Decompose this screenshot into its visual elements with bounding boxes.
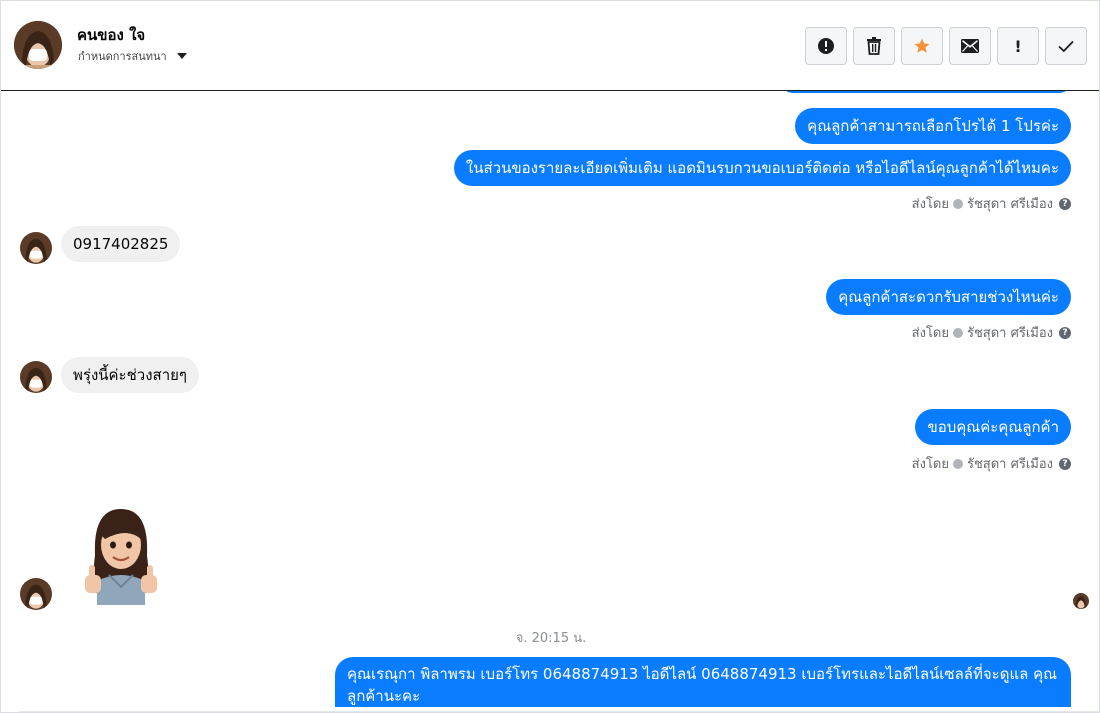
agent-dot-icon (952, 458, 963, 469)
composer-divider (19, 711, 1099, 712)
thumbs-up-avatar-sticker (77, 505, 165, 605)
outgoing-message-bubble: คุณเรณุกา พิลาพรม เบอร์โทร 0648874913 ไอ… (335, 657, 1071, 707)
sent-by-prefix: ส่งโดย (911, 197, 949, 212)
assign-conversation-label: กำหนดการสนทนา (78, 50, 167, 63)
message-timestamp: จ. 20:15 น. (515, 631, 587, 646)
outgoing-message-bubble: ขอบคุณค่ะคุณลูกค้า (915, 409, 1071, 445)
sent-by-label: ส่งโดย รัชสุดา ศรีเมือง ? (912, 453, 1071, 474)
conversation-toolbar: ! (805, 27, 1087, 65)
agent-dot-icon (952, 327, 963, 338)
help-icon[interactable]: ? (1059, 197, 1071, 210)
agent-dot-icon (952, 198, 963, 209)
sent-by-agent-name: รัชสุดา ศรีเมือง (966, 457, 1053, 472)
outgoing-message-bubble: คุณลูกค้าสามารถเลือกโปรได้ 1 โปรค่ะ (795, 108, 1071, 144)
star-button[interactable] (901, 27, 943, 65)
contact-name: คนของ ใจ (77, 26, 146, 44)
mark-unread-button[interactable] (949, 27, 991, 65)
follow-up-button[interactable]: ! (997, 27, 1039, 65)
exclamation-icon: ! (1014, 36, 1022, 56)
star-icon (914, 38, 930, 53)
message-thread[interactable]: คุณลูกค้าสามารถเลือกโปรได้ 1 โปรค่ะ ในส่… (1, 91, 1099, 712)
caret-down-icon (176, 53, 187, 59)
conversation-window: คนของ ใจ กำหนดการสนทนา ! คุณลูกค้าสามารถ… (0, 0, 1100, 713)
read-receipt-avatar (1073, 593, 1089, 609)
incoming-message-bubble: พรุ่งนี้ค่ะช่วงสายๆ (61, 357, 199, 393)
sent-by-label: ส่งโดย รัชสุดา ศรีเมือง ? (912, 322, 1071, 343)
incoming-message-bubble: 0917402825 (61, 226, 181, 262)
sent-by-label: ส่งโดย รัชสุดา ศรีเมือง ? (912, 193, 1071, 214)
outgoing-message-bubble: คุณลูกค้าสะดวกรับสายช่วงไหนค่ะ (826, 279, 1071, 315)
contact-avatar-small (20, 361, 52, 393)
contact-avatar-small (20, 578, 52, 610)
outgoing-message-bubble: ในส่วนของรายละเอียดเพิ่มเติม แอดมินรบกวน… (453, 150, 1071, 186)
conversation-header: คนของ ใจ กำหนดการสนทนา ! (1, 1, 1099, 91)
exclamation-circle-icon (818, 38, 834, 54)
spam-button[interactable] (805, 27, 847, 65)
envelope-icon (961, 39, 979, 53)
outgoing-message-bubble (781, 91, 1071, 93)
contact-avatar[interactable] (14, 21, 62, 69)
help-icon[interactable]: ? (1059, 326, 1071, 339)
sent-by-prefix: ส่งโดย (911, 457, 949, 472)
help-icon[interactable]: ? (1059, 457, 1071, 470)
trash-icon (867, 37, 881, 55)
sent-by-prefix: ส่งโดย (911, 326, 949, 341)
sent-by-agent-name: รัชสุดา ศรีเมือง (966, 326, 1053, 341)
delete-button[interactable] (853, 27, 895, 65)
assign-conversation-dropdown[interactable]: กำหนดการสนทนา (78, 47, 187, 65)
contact-avatar-small (20, 232, 52, 264)
done-button[interactable] (1045, 27, 1087, 65)
check-icon (1058, 40, 1074, 53)
sent-by-agent-name: รัชสุดา ศรีเมือง (966, 197, 1053, 212)
